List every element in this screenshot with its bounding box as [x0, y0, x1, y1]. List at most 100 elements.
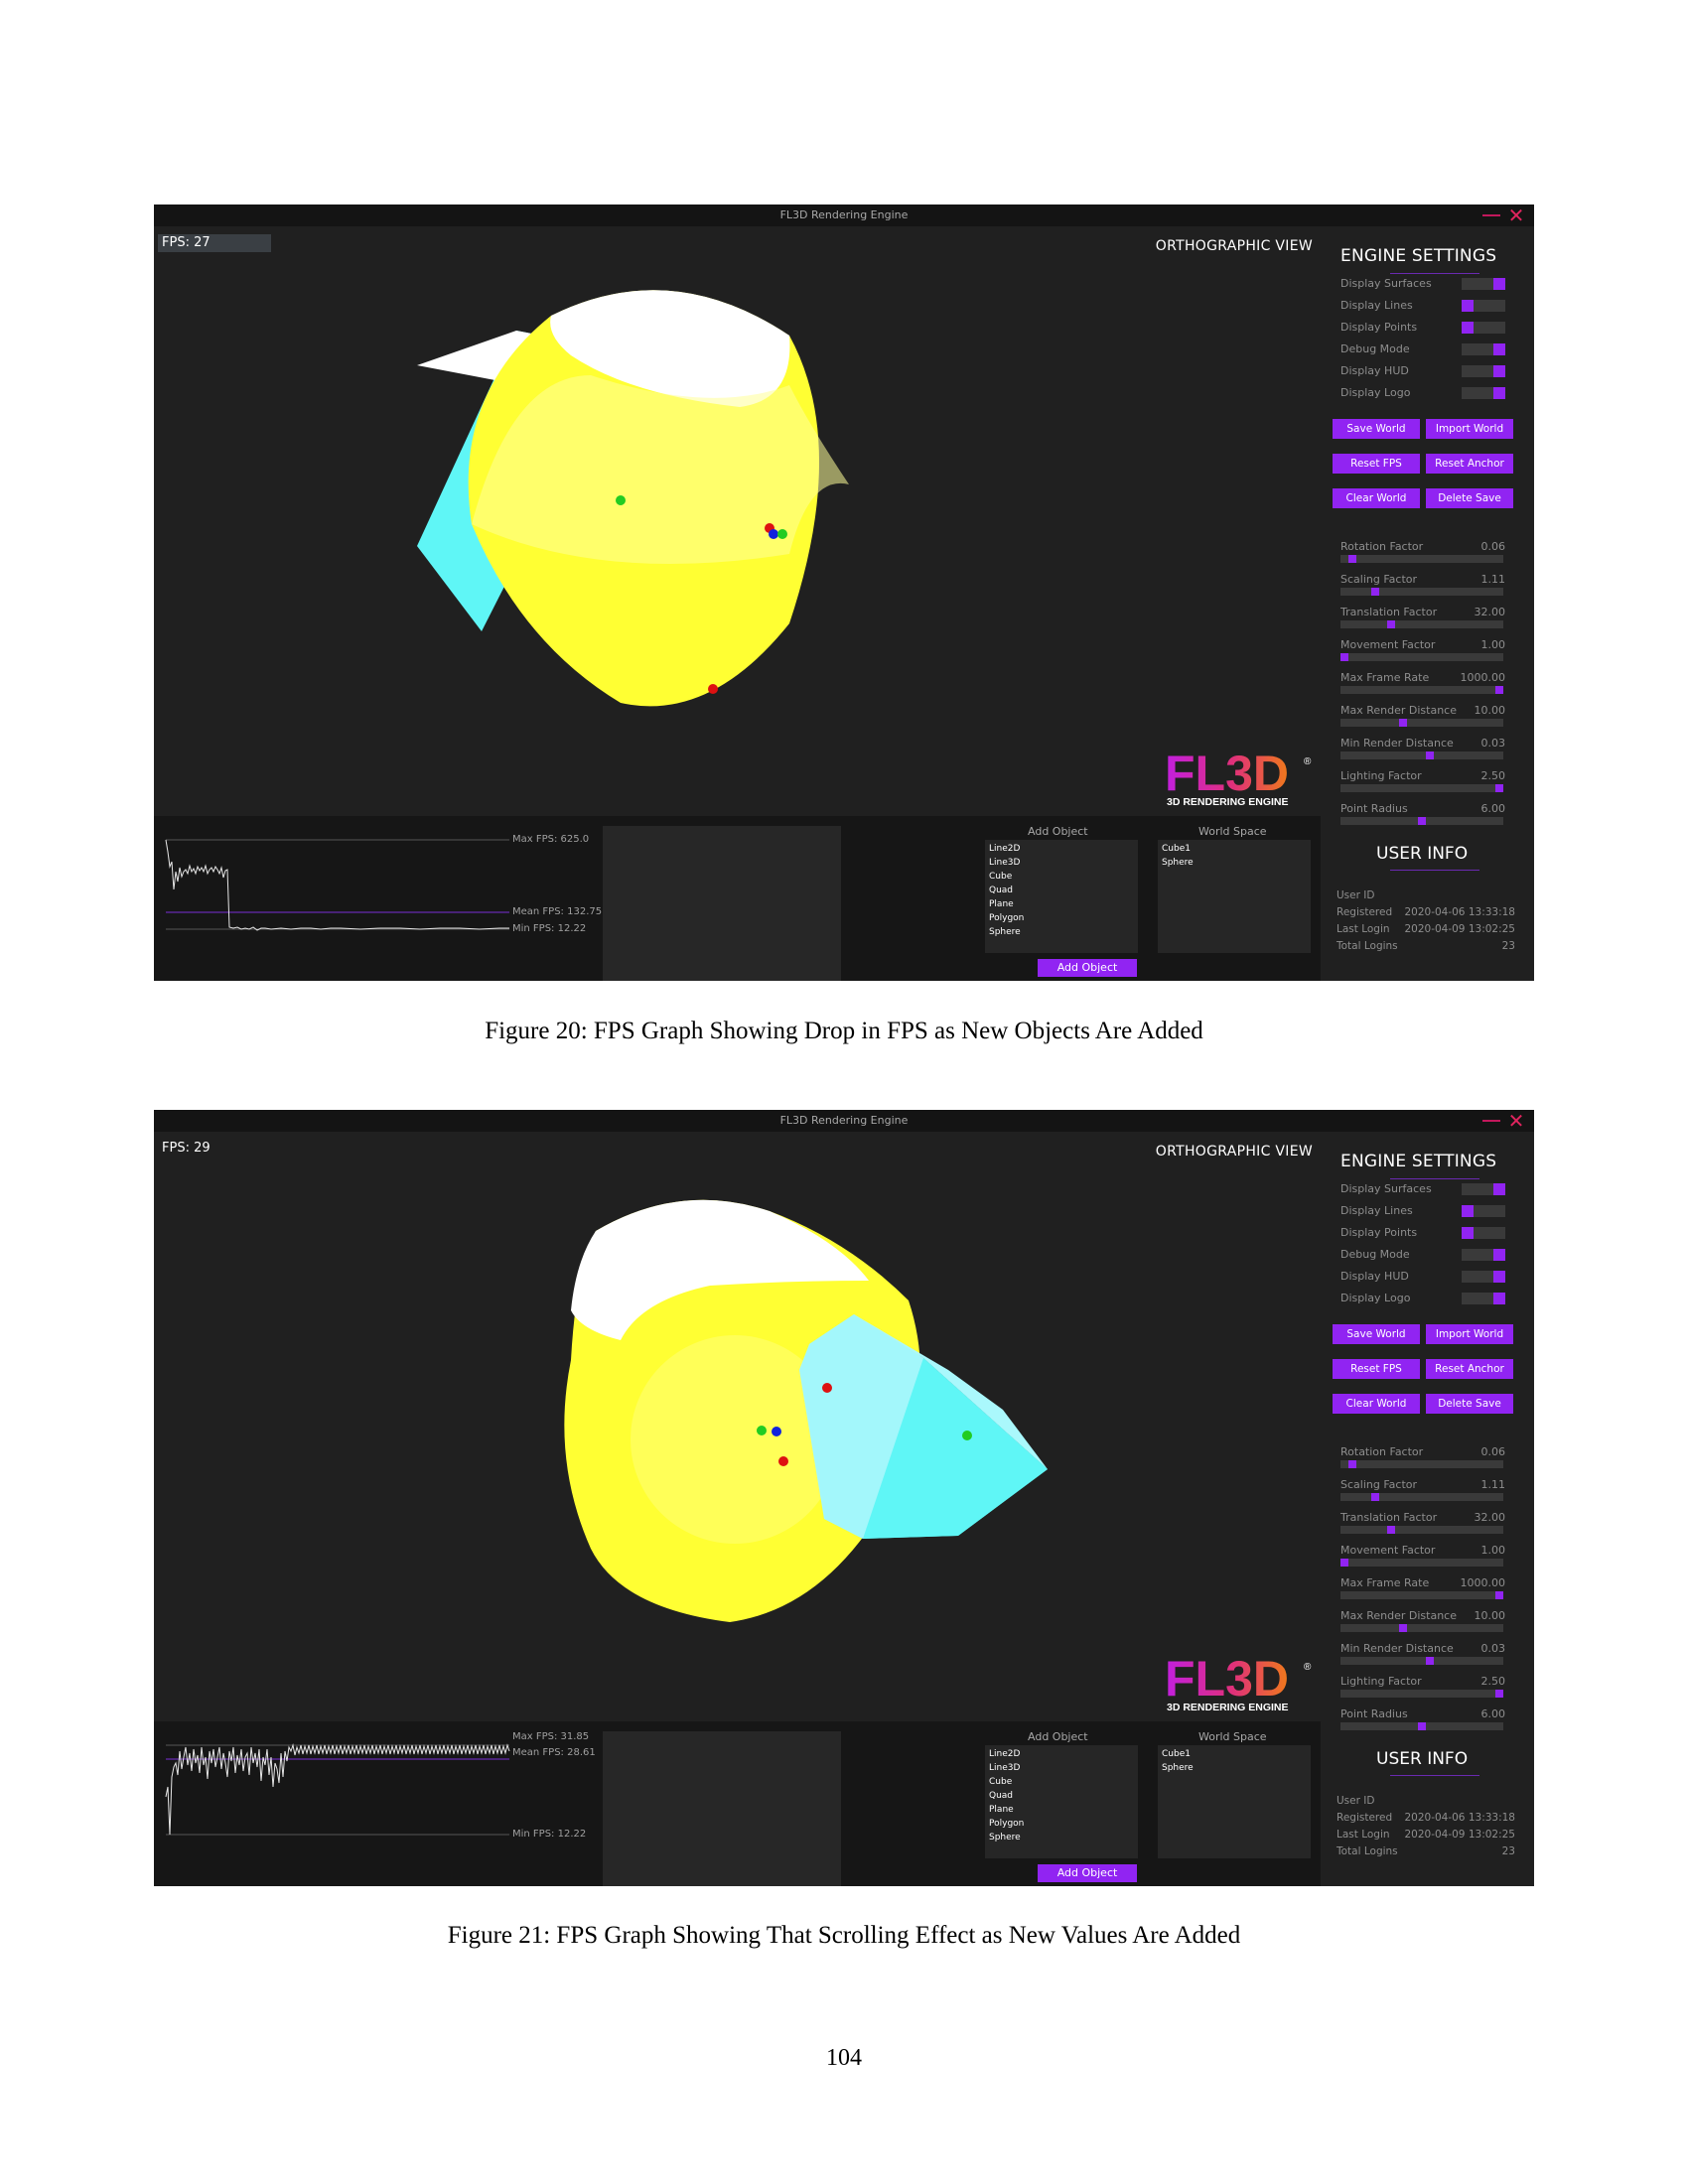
slider-track[interactable]: [1340, 751, 1503, 759]
slider-rotation-factor[interactable]: Rotation Factor 0.06: [1340, 540, 1509, 564]
slider-handle[interactable]: [1495, 1690, 1503, 1698]
save-world-button[interactable]: Save World: [1333, 1324, 1420, 1344]
delete-save-button[interactable]: Delete Save: [1426, 488, 1513, 508]
slider-track[interactable]: [1340, 1690, 1503, 1698]
toggle-display-points[interactable]: Display Points: [1340, 320, 1509, 336]
reset-fps-button[interactable]: Reset FPS: [1333, 454, 1420, 474]
list-item[interactable]: Quad: [989, 1789, 1134, 1803]
reset-anchor-button[interactable]: Reset Anchor: [1426, 454, 1513, 474]
slider-track[interactable]: [1340, 817, 1503, 825]
slider-translation-factor[interactable]: Translation Factor 32.00: [1340, 1511, 1509, 1535]
close-icon[interactable]: ✕: [1506, 205, 1526, 226]
slider-point-radius[interactable]: Point Radius 6.00: [1340, 1707, 1509, 1731]
slider-max-render-distance[interactable]: Max Render Distance 10.00: [1340, 704, 1509, 728]
slider-handle[interactable]: [1387, 620, 1395, 628]
toggle-switch[interactable]: [1462, 1205, 1505, 1217]
slider-min-render-distance[interactable]: Min Render Distance 0.03: [1340, 1642, 1509, 1666]
slider-track[interactable]: [1340, 1657, 1503, 1665]
world-space-list[interactable]: Cube1 Sphere: [1158, 840, 1311, 953]
list-item[interactable]: Sphere: [989, 1831, 1134, 1844]
toggle-display-hud[interactable]: Display HUD: [1340, 1269, 1509, 1285]
slider-scaling-factor[interactable]: Scaling Factor 1.11: [1340, 573, 1509, 597]
slider-track[interactable]: [1340, 1559, 1503, 1567]
list-item[interactable]: Cube1: [1162, 842, 1307, 856]
slider-handle[interactable]: [1371, 588, 1379, 596]
toggle-switch[interactable]: [1462, 1271, 1505, 1283]
slider-track[interactable]: [1340, 1460, 1503, 1468]
slider-max-frame-rate[interactable]: Max Frame Rate 1000.00: [1340, 1576, 1509, 1600]
list-item[interactable]: Line3D: [989, 1761, 1134, 1775]
slider-track[interactable]: [1340, 1722, 1503, 1730]
toggle-switch[interactable]: [1462, 322, 1505, 334]
minimize-icon[interactable]: [1482, 1120, 1500, 1122]
add-object-button[interactable]: Add Object: [1038, 959, 1137, 977]
slider-handle[interactable]: [1348, 555, 1356, 563]
slider-handle[interactable]: [1399, 1624, 1407, 1632]
toggle-display-logo[interactable]: Display Logo: [1340, 1291, 1509, 1306]
slider-track[interactable]: [1340, 1591, 1503, 1599]
slider-track[interactable]: [1340, 653, 1503, 661]
delete-save-button[interactable]: Delete Save: [1426, 1394, 1513, 1414]
toggle-switch[interactable]: [1462, 1293, 1505, 1304]
toggle-switch[interactable]: [1462, 300, 1505, 312]
slider-handle[interactable]: [1399, 719, 1407, 727]
toggle-display-hud[interactable]: Display HUD: [1340, 363, 1509, 379]
toggle-display-lines[interactable]: Display Lines: [1340, 298, 1509, 314]
slider-rotation-factor[interactable]: Rotation Factor 0.06: [1340, 1445, 1509, 1469]
toggle-switch[interactable]: [1462, 343, 1505, 355]
list-item[interactable]: Sphere: [1162, 1761, 1307, 1775]
toggle-switch[interactable]: [1462, 1183, 1505, 1195]
slider-handle[interactable]: [1495, 784, 1503, 792]
list-item[interactable]: Cube: [989, 1775, 1134, 1789]
list-item[interactable]: Sphere: [989, 925, 1134, 939]
slider-movement-factor[interactable]: Movement Factor 1.00: [1340, 638, 1509, 662]
list-item[interactable]: Cube: [989, 870, 1134, 884]
world-space-list[interactable]: Cube1 Sphere: [1158, 1745, 1311, 1858]
slider-handle[interactable]: [1426, 751, 1434, 759]
render-viewport[interactable]: FPS: 27 ORTHOGRAPHIC VIEW FL3D ® 3D REND…: [154, 226, 1321, 816]
slider-handle[interactable]: [1418, 1722, 1426, 1730]
slider-lighting-factor[interactable]: Lighting Factor 2.50: [1340, 769, 1509, 793]
list-item[interactable]: Plane: [989, 1803, 1134, 1817]
list-item[interactable]: Plane: [989, 897, 1134, 911]
list-item[interactable]: Sphere: [1162, 856, 1307, 870]
slider-handle[interactable]: [1371, 1493, 1379, 1501]
minimize-icon[interactable]: [1482, 214, 1500, 216]
toggle-display-surfaces[interactable]: Display Surfaces: [1340, 276, 1509, 292]
slider-track[interactable]: [1340, 1624, 1503, 1632]
toggle-display-lines[interactable]: Display Lines: [1340, 1203, 1509, 1219]
import-world-button[interactable]: Import World: [1426, 419, 1513, 439]
toggle-switch[interactable]: [1462, 278, 1505, 290]
slider-track[interactable]: [1340, 686, 1503, 694]
slider-handle[interactable]: [1348, 1460, 1356, 1468]
slider-handle[interactable]: [1387, 1526, 1395, 1534]
slider-track[interactable]: [1340, 719, 1503, 727]
slider-point-radius[interactable]: Point Radius 6.00: [1340, 802, 1509, 826]
toggle-display-logo[interactable]: Display Logo: [1340, 385, 1509, 401]
slider-max-render-distance[interactable]: Max Render Distance 10.00: [1340, 1609, 1509, 1633]
slider-translation-factor[interactable]: Translation Factor 32.00: [1340, 606, 1509, 629]
add-object-list[interactable]: Line2D Line3D Cube Quad Plane Polygon Sp…: [985, 1745, 1138, 1858]
slider-scaling-factor[interactable]: Scaling Factor 1.11: [1340, 1478, 1509, 1502]
slider-handle[interactable]: [1426, 1657, 1434, 1665]
slider-movement-factor[interactable]: Movement Factor 1.00: [1340, 1544, 1509, 1568]
toggle-switch[interactable]: [1462, 365, 1505, 377]
slider-min-render-distance[interactable]: Min Render Distance 0.03: [1340, 737, 1509, 760]
toggle-switch[interactable]: [1462, 1227, 1505, 1239]
close-icon[interactable]: ✕: [1506, 1110, 1526, 1132]
slider-handle[interactable]: [1340, 1559, 1348, 1567]
add-object-button[interactable]: Add Object: [1038, 1864, 1137, 1882]
toggle-switch[interactable]: [1462, 387, 1505, 399]
list-item[interactable]: Line2D: [989, 842, 1134, 856]
add-object-list[interactable]: Line2D Line3D Cube Quad Plane Polygon Sp…: [985, 840, 1138, 953]
render-viewport[interactable]: FPS: 29 ORTHOGRAPHIC VIEW FL3D ® 3D REND…: [154, 1132, 1321, 1721]
slider-max-frame-rate[interactable]: Max Frame Rate 1000.00: [1340, 671, 1509, 695]
slider-track[interactable]: [1340, 784, 1503, 792]
slider-track[interactable]: [1340, 588, 1503, 596]
list-item[interactable]: Polygon: [989, 911, 1134, 925]
slider-handle[interactable]: [1340, 653, 1348, 661]
slider-track[interactable]: [1340, 620, 1503, 628]
clear-world-button[interactable]: Clear World: [1333, 1394, 1420, 1414]
toggle-display-surfaces[interactable]: Display Surfaces: [1340, 1181, 1509, 1197]
clear-world-button[interactable]: Clear World: [1333, 488, 1420, 508]
